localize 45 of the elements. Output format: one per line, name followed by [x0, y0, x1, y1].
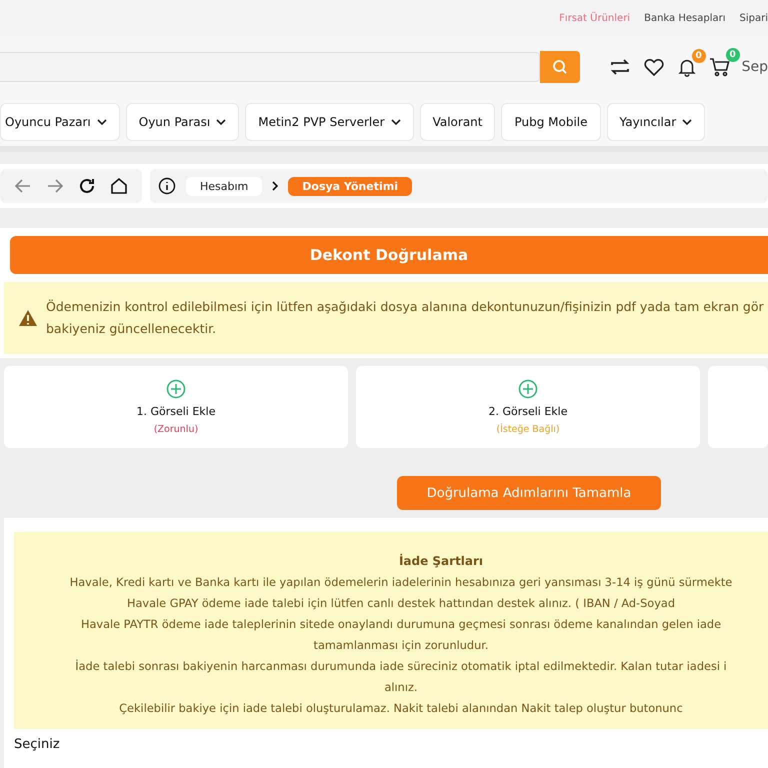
refund-text: Çekilebilir bakiye için iade talebi oluşturulamaz. Nakit talebi alanından Nakit talep oluştur butonunc — [119, 701, 683, 717]
category-tab[interactable]: Oyun Parası — [126, 103, 240, 141]
refund-text: İade talebi sonrası bakiyenin harcanması durumunda iade süreciniz otomatik iptal edilmektedir. Kalan tutar iadesi i — [75, 658, 727, 675]
chevron-down-icon — [682, 119, 692, 125]
reload-icon[interactable] — [78, 177, 96, 195]
top-link[interactable]: Banka Hesapları — [644, 12, 726, 24]
home-icon[interactable] — [110, 177, 128, 195]
cart-count: 0 — [726, 48, 740, 62]
upload-card[interactable]: 2. Görseli Ekle (İsteğe Bağlı) — [356, 366, 700, 448]
add-circle-icon — [518, 379, 538, 399]
upload-note: (İsteğe Bağlı) — [496, 424, 560, 435]
select-label: Seçiniz — [14, 737, 61, 752]
upload-label: 2. Görseli Ekle — [488, 405, 568, 418]
search-icon — [552, 59, 568, 75]
refund-text: Havale PAYTR ödeme iade taleplerinin sitede onaylandı durumuna geçmesi sonrası ödeme kanalından gelen iade — [80, 617, 722, 633]
add-circle-icon — [166, 379, 186, 399]
category-tab[interactable]: Valorant — [420, 103, 496, 141]
upload-note: (Zorunlu) — [154, 424, 198, 435]
chevron-right-icon — [272, 181, 278, 191]
forward-arrow-icon[interactable] — [46, 177, 64, 195]
upload-label: 1. Görseli Ekle — [136, 405, 216, 418]
chevron-down-icon — [96, 119, 107, 125]
refund-text: tamamlanması için zorunludur. — [314, 638, 488, 654]
chevron-down-icon — [390, 119, 401, 125]
chevron-down-icon — [216, 119, 226, 125]
category-tab[interactable]: Oyuncu Pazarı — [0, 103, 120, 141]
refund-title: İade Şartları — [398, 552, 484, 570]
cart-label[interactable]: Sep — [742, 59, 768, 75]
refund-text: Havale GPAY ödeme iade talebi için lütfen canlı destek hattından destek alınız. ( IBAN / Ad-Soyad — [126, 596, 675, 612]
category-tab[interactable]: Pubg Mobile — [501, 103, 601, 141]
cart-icon[interactable] — [708, 55, 732, 79]
back-arrow-icon[interactable] — [14, 177, 32, 195]
refund-text: Havale, Kredi kartı ve Banka kartı ile yapılan ödemelerin iadelerinin hesabınıza geri yansıması 3-14 iş günü sürmekte — [70, 575, 732, 591]
alert-text: Ödemenizin kontrol edilebilmesi için lütfen aşağıdaki dosya alanına dekontunuzun/fişinizin pdf yada tam ekran gör bakiyeniz güncellenecektir. — [46, 298, 765, 338]
top-link[interactable]: Sipari — [740, 12, 768, 24]
info-icon[interactable] — [158, 177, 176, 195]
warning-icon — [18, 309, 38, 327]
category-tab[interactable]: Yayıncılar — [606, 103, 706, 141]
search-field[interactable] — [0, 52, 540, 82]
refund-text: alınız. — [384, 680, 418, 696]
page-title-bar: Dekont Doğrulama — [10, 236, 768, 274]
breadcrumb-link[interactable]: Hesabım — [186, 176, 262, 196]
upload-card[interactable]: 1. Görseli Ekle (Zorunlu) — [4, 366, 348, 448]
notification-count: 0 — [692, 49, 706, 63]
category-tab[interactable]: Metin2 PVP Serverler — [245, 103, 414, 141]
